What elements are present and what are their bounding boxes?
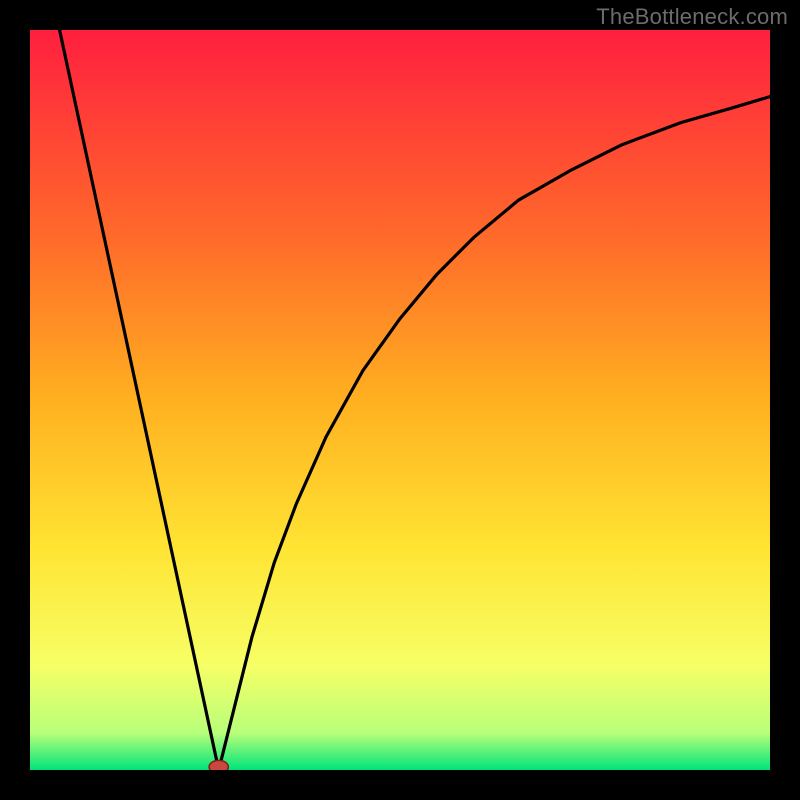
chart-frame: TheBottleneck.com <box>0 0 800 800</box>
attribution-text: TheBottleneck.com <box>596 4 788 30</box>
plot-area <box>30 30 770 770</box>
optimum-marker <box>30 30 770 770</box>
